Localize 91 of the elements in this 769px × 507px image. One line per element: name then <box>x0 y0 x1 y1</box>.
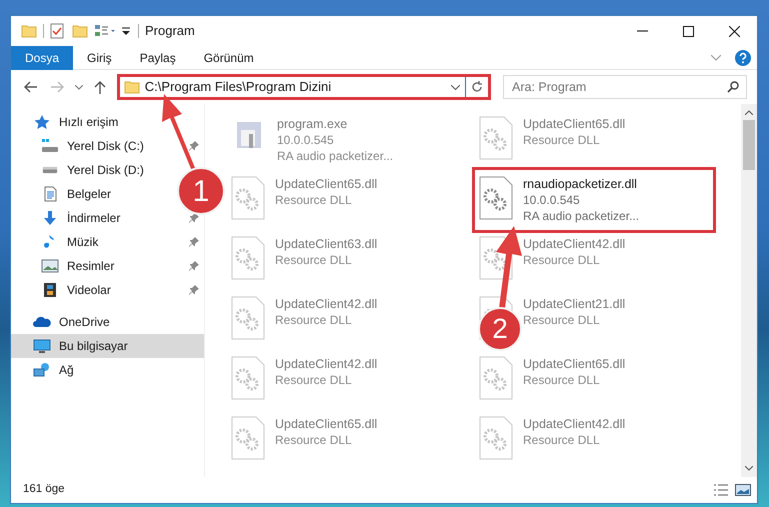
gear-file-icon <box>231 176 265 220</box>
network-icon <box>33 362 51 378</box>
address-path: C:\Program Files\Program Dizini <box>144 78 332 96</box>
file-detail: Resource DLL <box>275 372 353 388</box>
refresh-icon[interactable] <box>471 81 484 93</box>
file-detail: Resource DLL <box>275 252 353 268</box>
gear-file-icon <box>479 356 513 400</box>
folder-icon <box>124 79 140 95</box>
gear-file-icon <box>231 416 265 460</box>
view-options-icon[interactable] <box>94 24 116 38</box>
file-name: UpdateClient65.dll <box>523 116 626 132</box>
pin-icon[interactable] <box>189 141 199 151</box>
drive-icon <box>41 138 59 154</box>
file-name: UpdateClient42.dll <box>275 296 378 312</box>
file-detail: Resource DLL <box>275 312 353 328</box>
search-field[interactable]: Ara: Program <box>503 75 748 99</box>
scroll-up-icon[interactable] <box>745 110 753 115</box>
file-detail: 10.0.0.545 <box>277 132 335 148</box>
gear-file-icon <box>479 416 513 460</box>
gear-file-icon <box>231 296 265 340</box>
gear-file-icon <box>479 176 513 220</box>
folder-icon <box>21 23 37 39</box>
pin-icon[interactable] <box>189 213 199 223</box>
file-name: UpdateClient42.dll <box>523 416 626 432</box>
sidebar-item[interactable]: Hızlı erişim <box>11 110 161 134</box>
file-name: UpdateClient65.dll <box>275 416 378 432</box>
file-detail: 10.0.0.545 <box>523 192 581 208</box>
pin-icon[interactable] <box>189 285 199 295</box>
properties-icon[interactable] <box>50 23 64 39</box>
address-bar[interactable]: C:\Program Files\Program Dizini <box>116 74 492 100</box>
pin-icon[interactable] <box>189 237 199 247</box>
sidebar-item[interactable]: Ağ <box>11 358 161 382</box>
window-title: Program <box>145 22 195 40</box>
sidebar-item[interactable]: İndirmeler <box>11 206 161 230</box>
new-folder-icon <box>72 23 88 39</box>
file-detail: RA audio packetizer... <box>277 148 394 164</box>
computer-icon <box>33 338 51 354</box>
scroll-down-icon[interactable] <box>745 466 753 471</box>
close-icon <box>728 26 740 36</box>
sidebar-item[interactable]: Yerel Disk (D:) <box>11 158 161 182</box>
sidebar-item[interactable]: Bu bilgisayar <box>11 334 204 358</box>
film-icon <box>41 282 59 298</box>
minimize-icon <box>636 30 648 32</box>
up-arrow-icon[interactable] <box>94 80 106 94</box>
item-count: 161 öge <box>23 482 65 498</box>
file-menu-button[interactable]: Dosya <box>11 46 74 70</box>
gear-file-icon <box>479 116 513 160</box>
sidebar-item[interactable]: Müzik <box>11 230 161 254</box>
chevron-down-icon[interactable] <box>451 84 460 90</box>
file-name: rnaudiopacketizer.dll <box>523 176 638 192</box>
star-icon <box>33 114 51 130</box>
large-icons-view-icon[interactable] <box>735 484 751 496</box>
scrollbar[interactable] <box>741 104 757 477</box>
file-name: UpdateClient42.dll <box>523 236 626 252</box>
sidebar-item[interactable]: Videolar <box>11 278 161 302</box>
file-detail: Resource DLL <box>275 192 353 208</box>
file-detail: Resource DLL <box>523 432 601 448</box>
file-name: program.exe <box>277 116 348 132</box>
file-detail: RA audio packetizer... <box>523 208 640 224</box>
sidebar-item[interactable]: Resimler <box>11 254 161 278</box>
file-detail: Resource DLL <box>523 252 601 268</box>
cloud-icon <box>33 314 51 330</box>
file-name: UpdateClient63.dll <box>275 236 378 252</box>
file-detail: Resource DLL <box>523 312 601 328</box>
file-detail: Resource DLL <box>523 132 601 148</box>
file-name: UpdateClient65.dll <box>523 356 626 372</box>
gear-file-icon <box>231 356 265 400</box>
chevron-down-icon[interactable] <box>74 84 83 90</box>
file-name: UpdateClient21.dll <box>523 296 626 312</box>
file-detail: Resource DLL <box>523 372 601 388</box>
ribbon-tab[interactable]: Paylaş <box>126 46 190 70</box>
sidebar-item[interactable]: Yerel Disk (C:) <box>11 134 161 158</box>
file-name: UpdateClient65.dll <box>275 176 378 192</box>
search-icon[interactable] <box>727 81 740 93</box>
file-name: UpdateClient42.dll <box>275 356 378 372</box>
ribbon-tab[interactable]: Giriş <box>73 46 126 70</box>
sidebar-item[interactable]: Belgeler <box>11 182 161 206</box>
back-arrow-icon[interactable] <box>24 81 38 93</box>
help-icon[interactable] <box>735 50 751 66</box>
file-detail: Resource DLL <box>275 432 353 448</box>
details-view-icon[interactable] <box>713 484 729 496</box>
gear-file-icon <box>231 236 265 280</box>
scrollbar-thumb[interactable] <box>743 120 755 170</box>
ribbon-tab[interactable]: Görünüm <box>190 46 268 70</box>
picture-icon <box>41 258 59 274</box>
sidebar-item[interactable]: OneDrive <box>11 310 161 334</box>
download-icon <box>41 210 59 226</box>
drive-icon <box>41 166 59 174</box>
pin-icon[interactable] <box>189 261 199 271</box>
customize-toolbar-icon[interactable] <box>120 25 132 37</box>
maximize-icon <box>682 26 694 36</box>
